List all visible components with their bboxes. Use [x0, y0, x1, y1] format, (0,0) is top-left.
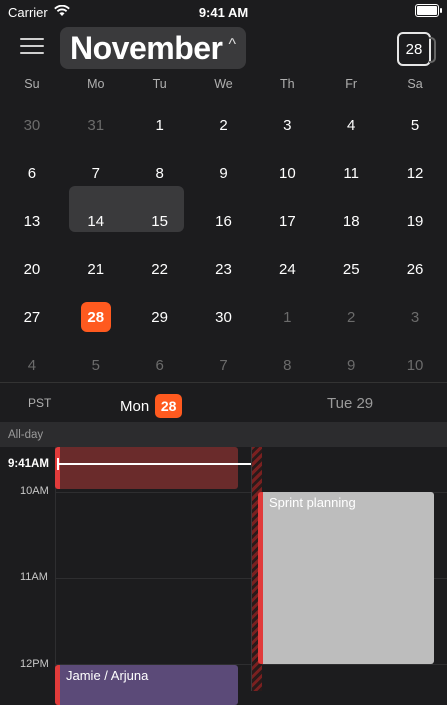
weekday-label: Th — [280, 77, 295, 91]
day-header-tue[interactable]: Tue 29 — [327, 395, 373, 412]
event-jamie-arjuna[interactable]: Jamie / Arjuna — [55, 665, 238, 705]
day-cell[interactable]: 3 — [255, 101, 319, 149]
week-row: 13 14 15 16 17 18 19 — [0, 197, 447, 245]
day-cell[interactable]: 31 — [64, 101, 128, 149]
week-row: 6 7 8 9 10 11 12 — [0, 149, 447, 197]
weekday-label: Sa — [407, 77, 423, 91]
day-header: PST Mon 28 Tue 29 — [0, 383, 447, 421]
day-cell[interactable]: 19 — [383, 197, 447, 245]
week-row: 30 31 1 2 3 4 5 — [0, 101, 447, 149]
month-selector-button[interactable]: November ^ — [60, 27, 247, 69]
time-label: 10AM — [20, 485, 49, 497]
day-cell[interactable]: 27 — [0, 293, 64, 341]
month-grid: 30 31 1 2 3 4 5 6 7 8 9 10 11 12 13 14 1… — [0, 101, 447, 389]
day-cell[interactable]: 1 — [128, 101, 192, 149]
current-time-label: 9:41AM — [8, 458, 49, 470]
day-cell[interactable]: 2 — [319, 293, 383, 341]
today-badge: 28 — [80, 302, 111, 332]
day-cell[interactable]: 8 — [128, 149, 192, 197]
weekday-label: Su — [24, 77, 40, 91]
week-row: 27 28 29 30 1 2 3 — [0, 293, 447, 341]
battery-icon — [415, 4, 442, 17]
column-separator — [251, 447, 252, 691]
day-cell[interactable]: 26 — [383, 245, 447, 293]
day-cell[interactable]: 12 — [383, 149, 447, 197]
day-cell[interactable]: 23 — [192, 245, 256, 293]
week-row: 20 21 22 23 24 25 26 — [0, 245, 447, 293]
day-cell[interactable]: 20 — [0, 245, 64, 293]
timezone-label: PST — [28, 396, 52, 410]
day-cell[interactable]: 9 — [192, 149, 256, 197]
day-cell[interactable]: 15 — [128, 197, 192, 245]
event-title: Sprint planning — [269, 495, 356, 510]
weekday-label: Mo — [87, 77, 105, 91]
day-cell[interactable]: 4 — [319, 101, 383, 149]
weekday-label: We — [214, 77, 233, 91]
weekday-label: Tu — [152, 77, 167, 91]
day-cell[interactable]: 21 — [64, 245, 128, 293]
day-cell[interactable]: 17 — [255, 197, 319, 245]
day-cell[interactable]: 25 — [319, 245, 383, 293]
month-title: November — [70, 29, 223, 66]
day-cell[interactable]: 16 — [192, 197, 256, 245]
day-header-mon[interactable]: Mon 28 — [120, 394, 183, 418]
timeline[interactable]: 10AM 11AM 12PM Sprint planning Jamie / A… — [0, 447, 447, 705]
event-block[interactable] — [55, 447, 238, 489]
time-label: 12PM — [20, 658, 49, 670]
event-title: Jamie / Arjuna — [66, 668, 149, 683]
today-button[interactable]: 28 — [397, 32, 436, 66]
all-day-label: All-day — [8, 429, 44, 441]
day-cell[interactable]: 30 — [0, 101, 64, 149]
today-button-number: 28 — [405, 40, 423, 58]
current-time-line — [57, 463, 251, 465]
day-cell[interactable]: 18 — [319, 197, 383, 245]
time-label: 11AM — [20, 571, 48, 583]
day-header-mon-label: Mon — [120, 397, 150, 415]
day-cell[interactable]: 2 — [192, 101, 256, 149]
day-cell[interactable]: 29 — [128, 293, 192, 341]
chevron-up-icon: ^ — [228, 36, 237, 53]
menu-button[interactable] — [20, 38, 44, 60]
day-cell[interactable]: 10 — [255, 149, 319, 197]
day-header-mon-badge: 28 — [155, 394, 183, 418]
day-cell[interactable]: 30 — [192, 293, 256, 341]
weekday-label: Fr — [345, 77, 358, 91]
status-time: 9:41 AM — [198, 5, 249, 20]
day-cell[interactable]: 13 — [0, 197, 64, 245]
all-day-row[interactable]: All-day — [0, 422, 447, 447]
day-cell-today[interactable]: 28 — [64, 293, 128, 341]
status-bar: Carrier 9:41 AM — [0, 0, 447, 24]
day-cell[interactable]: 24 — [255, 245, 319, 293]
day-cell[interactable]: 22 — [128, 245, 192, 293]
event-sprint-planning[interactable]: Sprint planning — [258, 492, 434, 664]
hamburger-icon-bar — [20, 38, 44, 40]
day-cell[interactable]: 7 — [64, 149, 128, 197]
day-cell[interactable]: 5 — [383, 101, 447, 149]
day-cell[interactable]: 3 — [383, 293, 447, 341]
calendar-header: November ^ 28 — [0, 24, 447, 74]
hamburger-icon-bar — [20, 45, 44, 47]
day-cell[interactable]: 11 — [319, 149, 383, 197]
day-cell[interactable]: 1 — [255, 293, 319, 341]
day-cell[interactable]: 6 — [0, 149, 64, 197]
day-cell[interactable]: 14 — [64, 197, 128, 245]
weekday-row: Su Mo Tu We Th Fr Sa — [0, 77, 447, 93]
hamburger-icon-bar — [20, 52, 44, 54]
